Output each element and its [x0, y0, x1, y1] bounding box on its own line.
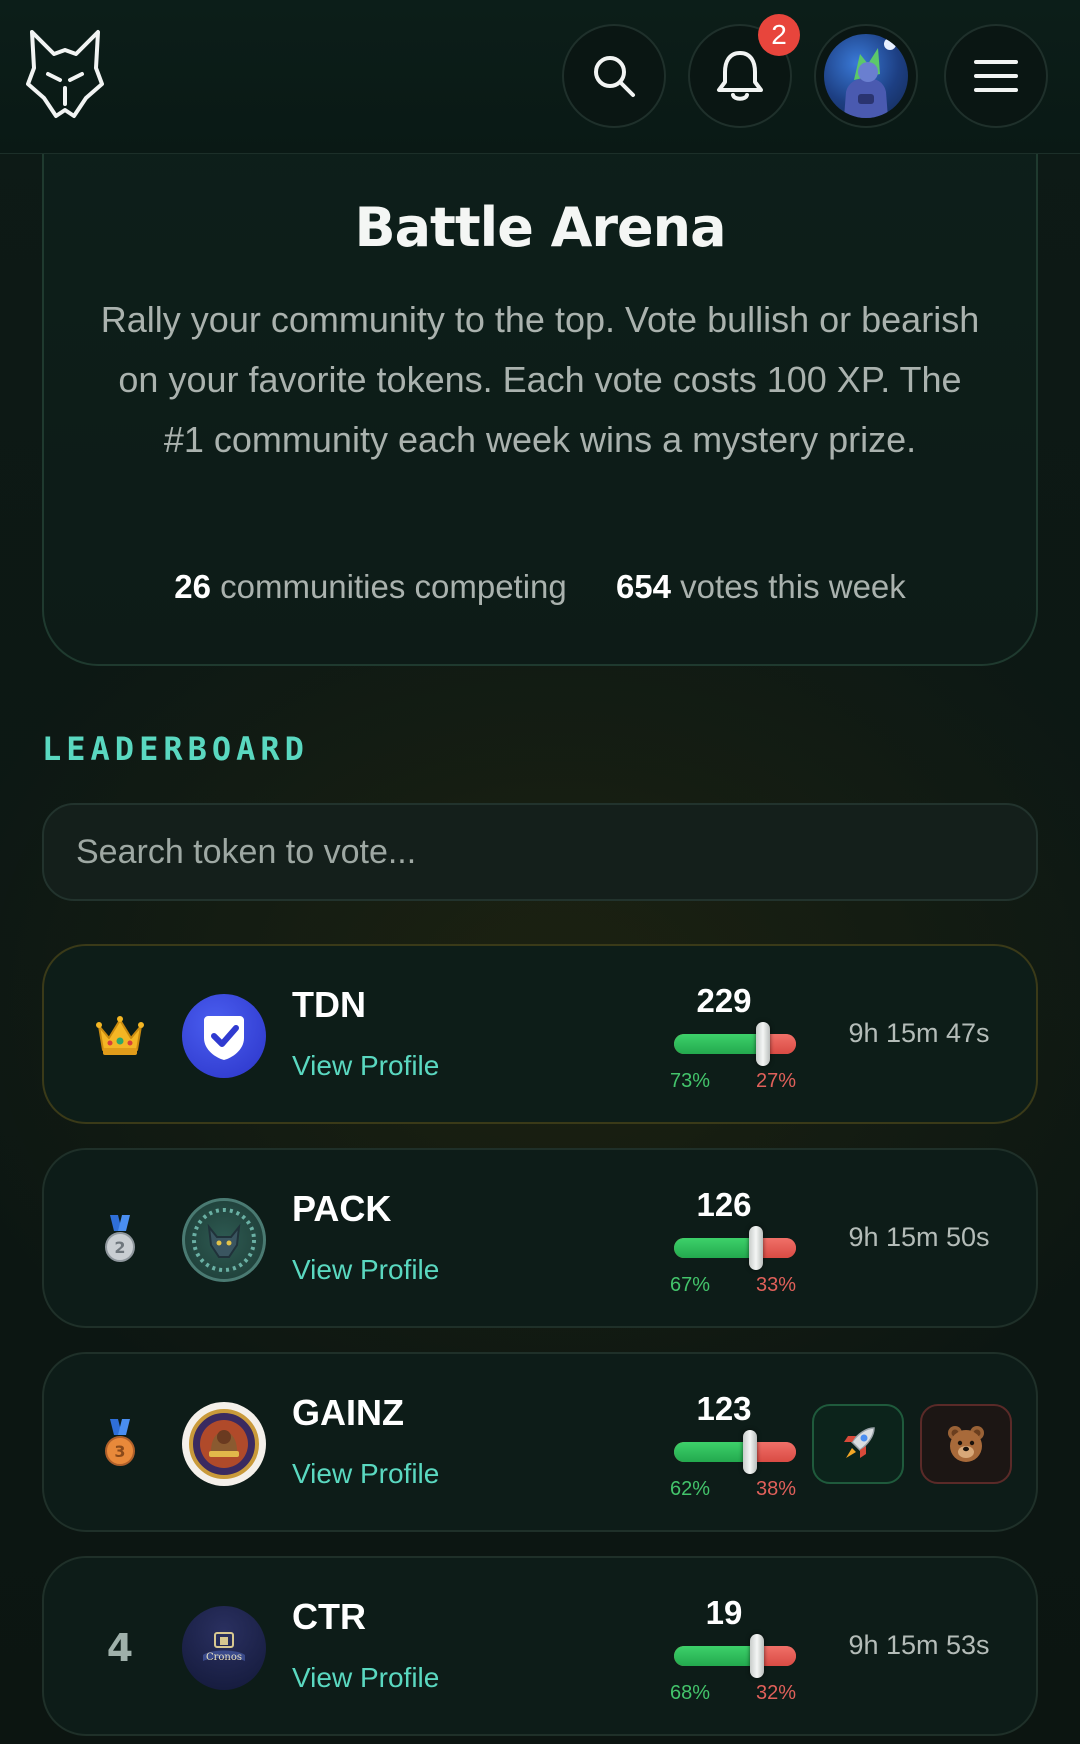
ctr-logo: Cronos — [182, 1606, 266, 1690]
bearish-percent: 27% — [756, 1070, 797, 1092]
votes-label: votes this week — [680, 568, 906, 605]
sentiment-knob — [750, 1634, 764, 1678]
bear-icon — [948, 1426, 984, 1462]
view-profile-link[interactable]: View Profile — [292, 1254, 439, 1286]
view-profile-link[interactable]: View Profile — [292, 1458, 439, 1490]
silver-medal-icon: 2 — [105, 1215, 135, 1262]
token-name: GAINZ — [292, 1392, 404, 1433]
bullish-percent: 68% — [670, 1682, 711, 1704]
leaderboard-row: 2 PACK View Profile 126 67% 33% 9h 15m 5… — [42, 1148, 1038, 1328]
token-name: TDN — [292, 984, 366, 1025]
leaderboard-row: 3 GAINZ View Profile 123 62% 38% — [42, 1352, 1038, 1532]
avatar — [824, 34, 908, 118]
vote-bullish-button[interactable] — [812, 1404, 904, 1484]
bearish-percent: 38% — [756, 1478, 797, 1500]
notification-count-badge: 2 — [758, 14, 800, 56]
sentiment-bar — [674, 1022, 796, 1066]
svg-text:2: 2 — [114, 1238, 125, 1257]
user-avatar-button[interactable] — [814, 24, 918, 128]
communities-count: 26 — [174, 568, 211, 605]
rank-number: 4 — [106, 1626, 134, 1670]
battle-arena-description: Rally your community to the top. Vote bu… — [100, 299, 980, 460]
rank-4: 4 — [84, 1612, 156, 1684]
leaderboard-row: TDN View Profile 229 73% 27% 9h 15m 47s — [42, 944, 1038, 1124]
token-search-input[interactable] — [42, 803, 1038, 901]
sentiment-bar — [674, 1634, 796, 1678]
bullish-fill — [674, 1034, 763, 1054]
gainz-logo — [182, 1402, 266, 1486]
bullish-fill — [674, 1646, 757, 1666]
rank-1 — [84, 1000, 156, 1072]
rank-3: 3 — [84, 1408, 156, 1480]
token-name: CTR — [292, 1596, 366, 1637]
arena-stats: 26 communities competing 654 votes this … — [0, 568, 1080, 606]
leaderboard-row: 4 Cronos CTR View Profile 19 68% 32% 9h … — [42, 1556, 1038, 1736]
votes-count: 654 — [615, 568, 671, 605]
sentiment-knob — [749, 1226, 763, 1270]
vote-bearish-button[interactable] — [920, 1404, 1012, 1484]
vote-count: 19 — [705, 1594, 743, 1631]
bullish-percent: 73% — [670, 1070, 711, 1092]
rocket-icon — [844, 1427, 875, 1458]
vote-count: 229 — [696, 982, 752, 1019]
page-title: Battle Arena — [354, 196, 726, 259]
wolf-logo[interactable] — [26, 28, 104, 120]
rank-2: 2 — [84, 1204, 156, 1276]
bullish-fill — [674, 1238, 756, 1258]
bronze-medal-icon: 3 — [105, 1419, 135, 1466]
bullish-percent: 62% — [670, 1478, 711, 1500]
sentiment-knob — [743, 1430, 757, 1474]
countdown-timer: 9h 15m 53s — [848, 1630, 990, 1660]
crown-icon — [96, 1016, 144, 1055]
hamburger-menu-icon — [974, 60, 1018, 92]
communities-stat: 26 communities competing — [174, 568, 567, 606]
countdown-timer: 9h 15m 50s — [848, 1222, 990, 1252]
communities-label: communities competing — [220, 568, 567, 605]
sentiment-bar — [674, 1226, 796, 1270]
bell-icon — [717, 51, 763, 101]
token-name: PACK — [292, 1188, 392, 1229]
top-nav-bar: 2 — [0, 0, 1080, 154]
sentiment-knob — [756, 1022, 770, 1066]
svg-text:Cronos: Cronos — [206, 1652, 242, 1663]
view-profile-link[interactable]: View Profile — [292, 1662, 439, 1694]
view-profile-link[interactable]: View Profile — [292, 1050, 439, 1082]
tdn-logo — [182, 994, 266, 1078]
pack-logo — [182, 1198, 266, 1282]
sentiment-bar — [674, 1430, 796, 1474]
vote-count: 123 — [696, 1390, 752, 1427]
leaderboard-heading: LEADERBOARD — [42, 730, 309, 768]
bullish-fill — [674, 1442, 750, 1462]
menu-button[interactable] — [944, 24, 1048, 128]
bullish-percent: 67% — [670, 1274, 711, 1296]
svg-text:3: 3 — [114, 1442, 125, 1461]
vote-count: 126 — [696, 1186, 752, 1223]
search-button[interactable] — [562, 24, 666, 128]
bearish-percent: 33% — [756, 1274, 797, 1296]
bearish-percent: 32% — [756, 1682, 797, 1704]
search-icon — [594, 56, 635, 97]
votes-stat: 654 votes this week — [616, 568, 906, 606]
countdown-timer: 9h 15m 47s — [848, 1018, 990, 1048]
